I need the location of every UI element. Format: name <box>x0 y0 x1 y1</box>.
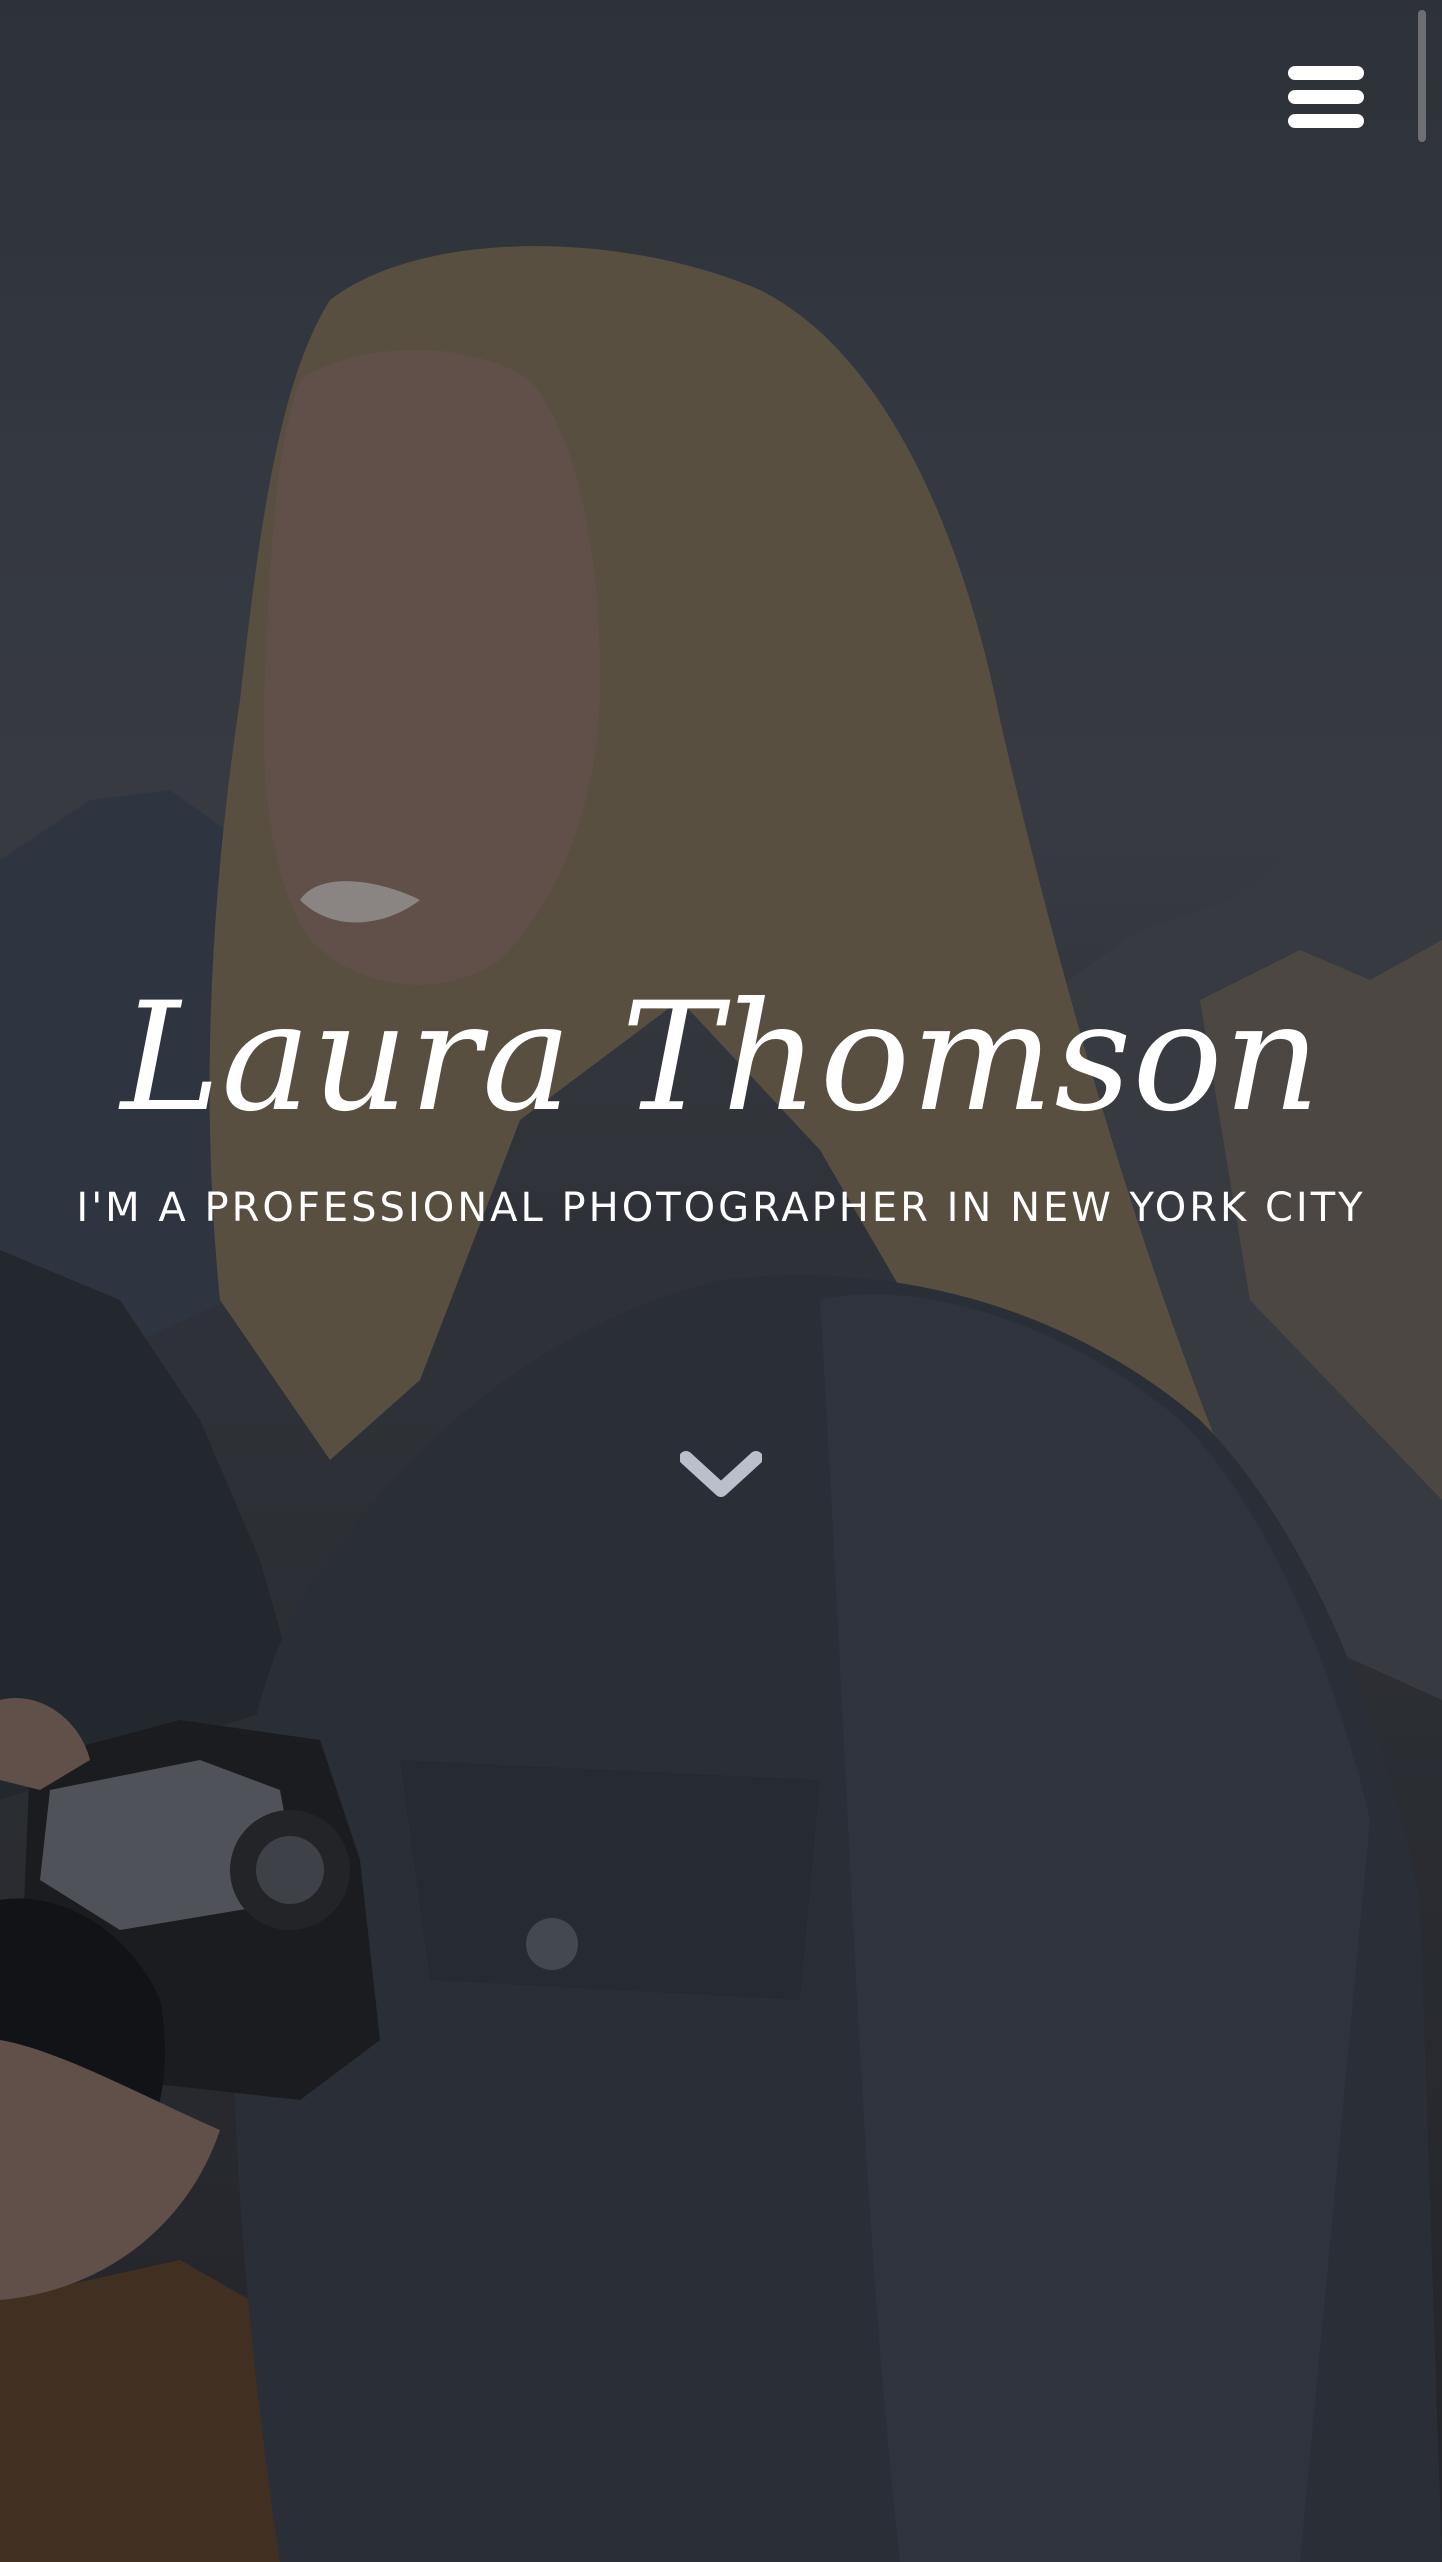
page-scrollbar[interactable] <box>1418 10 1426 142</box>
menu-bar-bottom <box>1288 114 1364 128</box>
hero-tagline: I'M A PROFESSIONAL PHOTOGRAPHER IN NEW Y… <box>76 1185 1366 1231</box>
menu-bar-top <box>1288 66 1364 80</box>
hero-dark-overlay <box>0 0 1442 2562</box>
chevron-down-icon[interactable] <box>680 1450 762 1504</box>
hero-name: Laura Thomson <box>120 971 1322 1145</box>
menu-bar-middle <box>1288 90 1364 104</box>
hero-section: Laura Thomson I'M A PROFESSIONAL PHOTOGR… <box>0 0 1442 2562</box>
hamburger-menu-icon[interactable] <box>1288 66 1364 128</box>
